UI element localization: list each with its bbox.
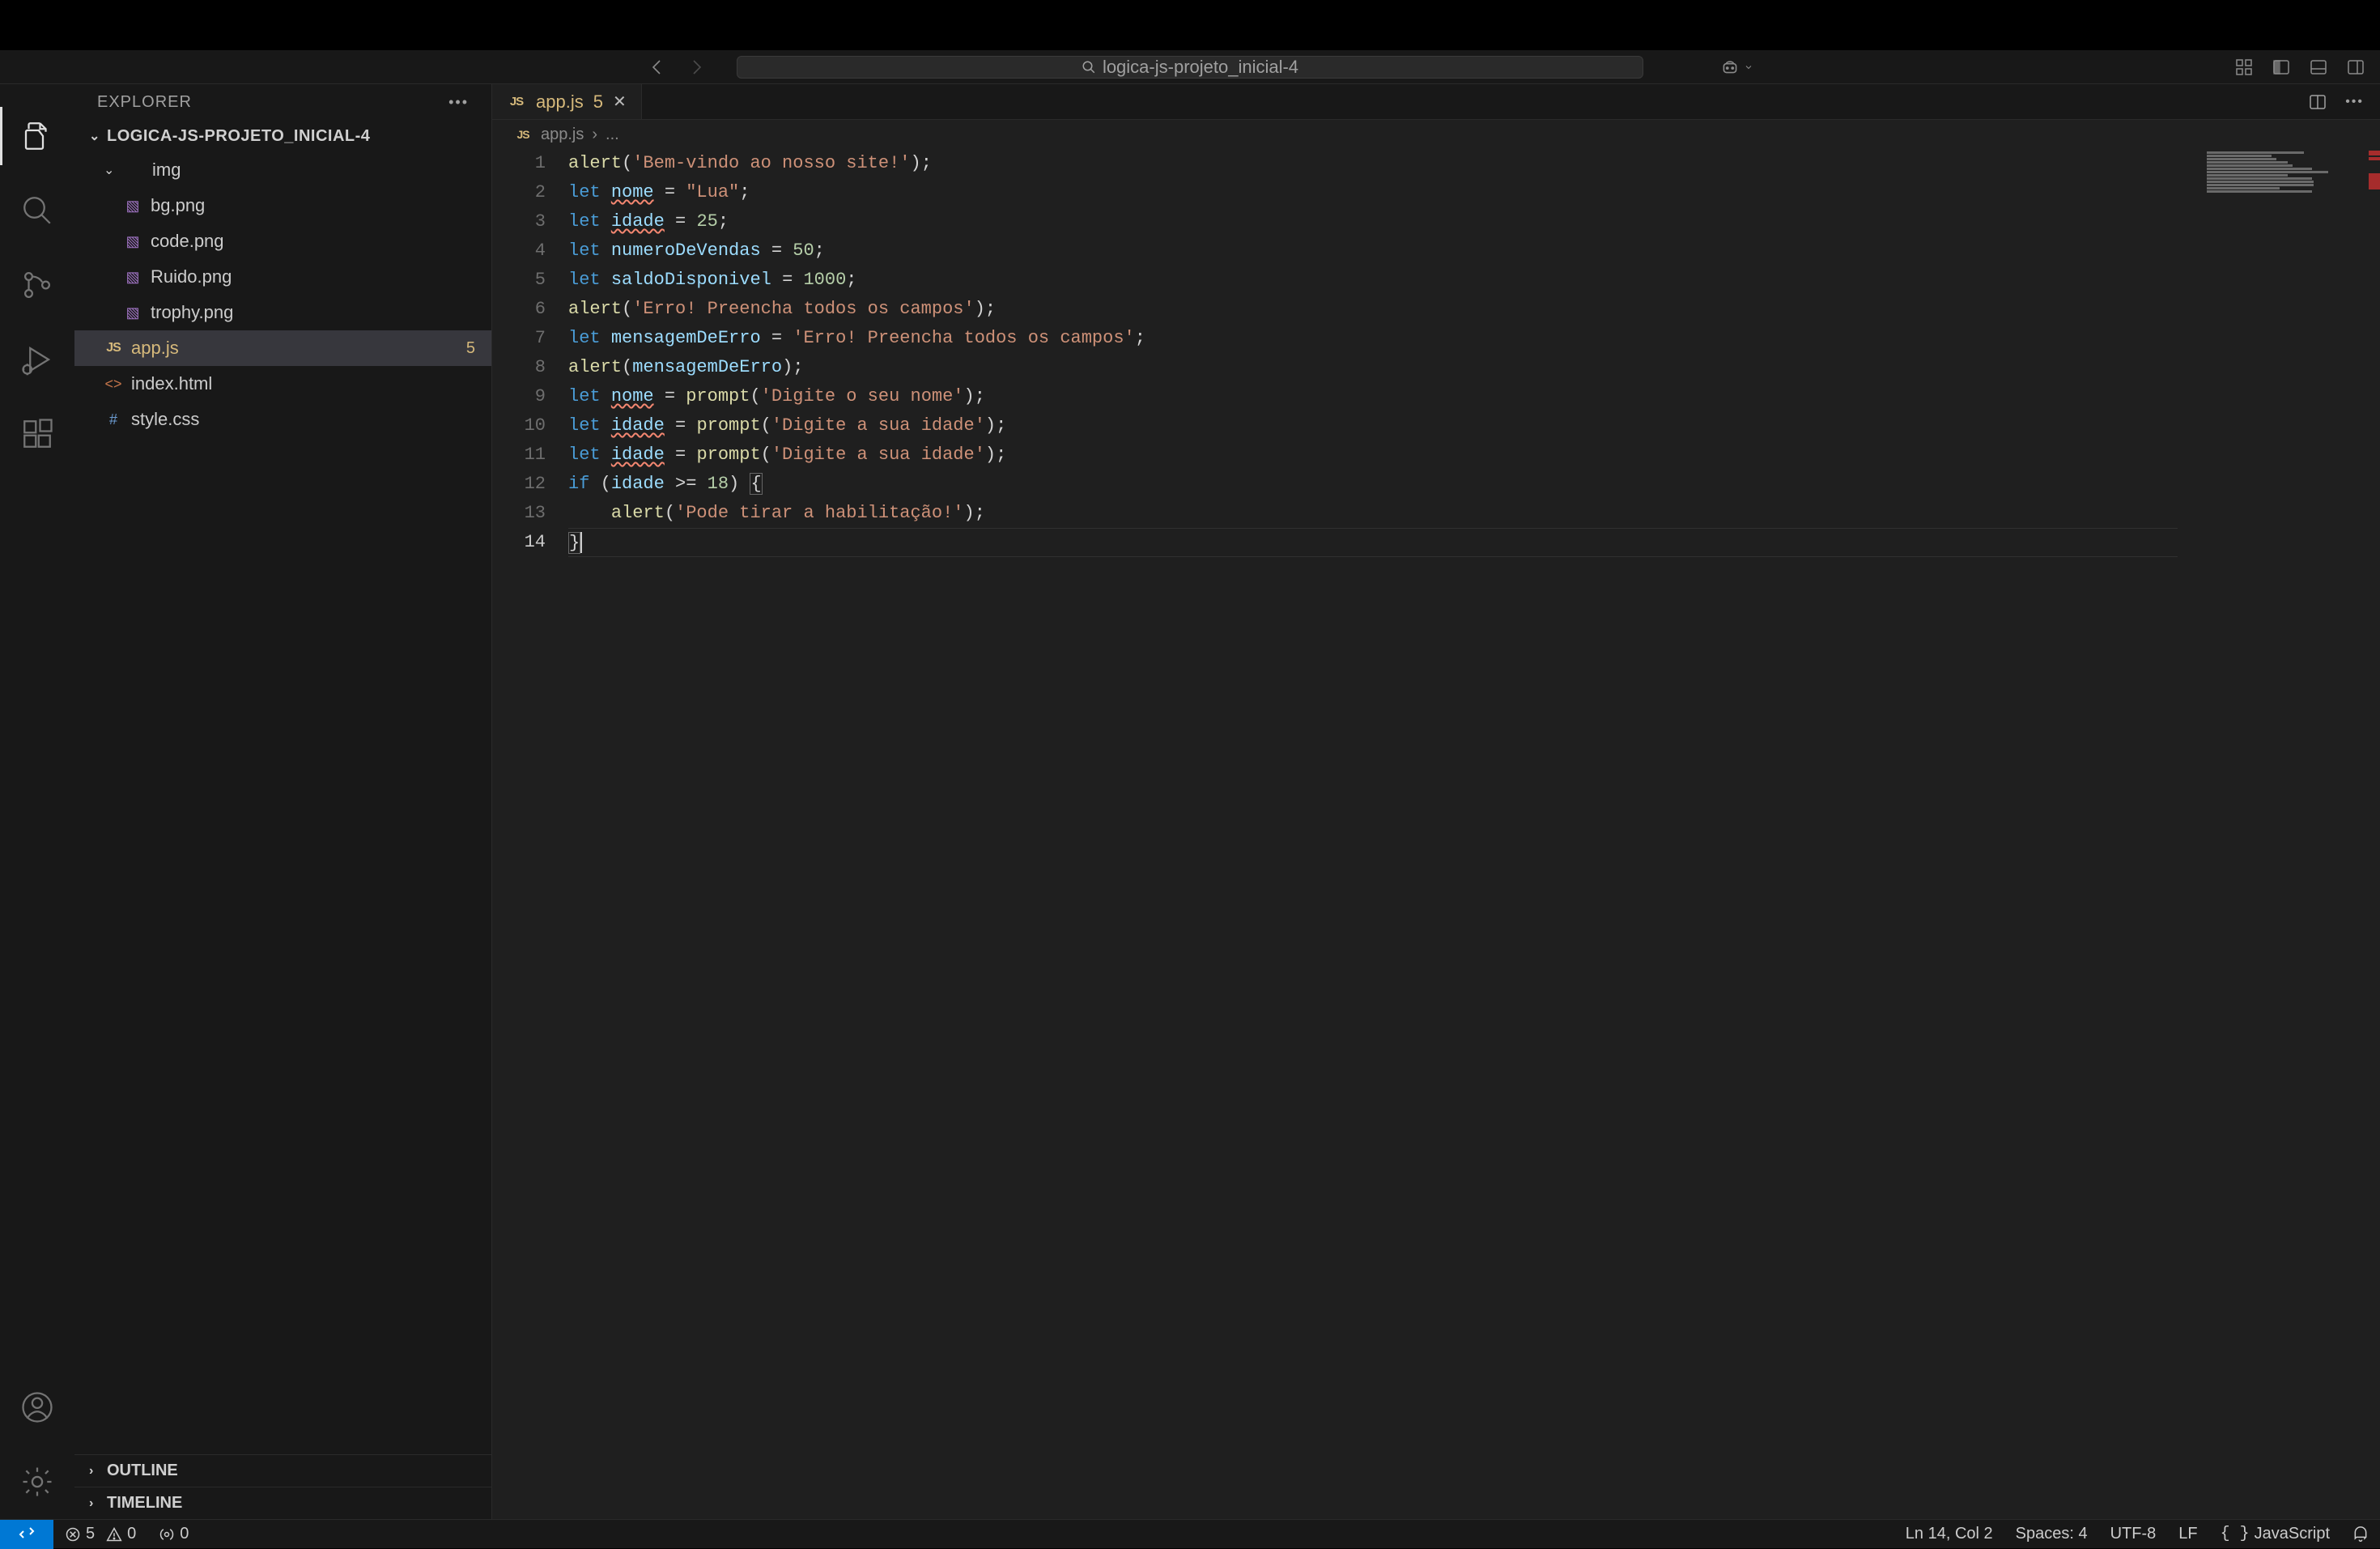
- notifications-icon[interactable]: [2341, 1526, 2380, 1543]
- tree-label: index.html: [131, 373, 212, 394]
- status-bar: 5 0 0 Ln 14, Col 2 Spaces: 4 UTF-8 LF { …: [0, 1519, 2380, 1548]
- code-lines[interactable]: alert('Bem-vindo ao nosso site!');let no…: [568, 149, 2380, 1519]
- source-control-icon[interactable]: [0, 248, 74, 322]
- nav-back-icon[interactable]: [648, 57, 667, 77]
- sidebar-title: EXPLORER: [97, 93, 192, 112]
- cursor-position[interactable]: Ln 14, Col 2: [1894, 1525, 2004, 1543]
- warning-count: 0: [127, 1525, 136, 1543]
- encoding-status[interactable]: UTF-8: [2099, 1525, 2168, 1543]
- settings-gear-icon[interactable]: [0, 1445, 74, 1519]
- toggle-panel-icon[interactable]: [2309, 57, 2328, 77]
- outline-section[interactable]: › OUTLINE: [74, 1454, 491, 1487]
- toggle-primary-sidebar-icon[interactable]: [2272, 57, 2291, 77]
- chevron-down-icon: ⌄: [89, 128, 102, 144]
- eol-status[interactable]: LF: [2167, 1525, 2208, 1543]
- tree-label: code.png: [151, 231, 224, 252]
- sidebar-more-icon[interactable]: •••: [448, 94, 469, 111]
- tree-file[interactable]: ▧ code.png: [74, 223, 491, 259]
- more-actions-icon[interactable]: •••: [2345, 95, 2364, 109]
- tree-file-indexhtml[interactable]: <> index.html: [74, 366, 491, 402]
- editor-group: JS app.js 5 ✕ ••• JS app.js › ...: [492, 84, 2380, 1519]
- html-file-icon: <>: [104, 376, 123, 393]
- image-file-icon: ▧: [123, 304, 142, 321]
- chevron-right-icon: ›: [89, 1496, 102, 1511]
- editor-tabs: JS app.js 5 ✕ •••: [492, 84, 2380, 120]
- sidebar-header: EXPLORER •••: [74, 84, 491, 120]
- tree-file-appjs[interactable]: JS app.js 5: [74, 330, 491, 366]
- timeline-section[interactable]: › TIMELINE: [74, 1487, 491, 1519]
- tree-file[interactable]: ▧ Ruido.png: [74, 259, 491, 295]
- titlebar: logica-js-projeto_inicial-4: [0, 50, 2380, 84]
- tab-appjs[interactable]: JS app.js 5 ✕: [492, 84, 642, 119]
- sidebar: EXPLORER ••• ⌄ LOGICA-JS-PROJETO_INICIAL…: [74, 84, 492, 1519]
- folder-root-label: LOGICA-JS-PROJETO_INICIAL-4: [107, 127, 370, 146]
- minimap[interactable]: [2202, 149, 2380, 198]
- explorer-icon[interactable]: [0, 99, 74, 173]
- css-file-icon: #: [104, 411, 123, 428]
- image-file-icon: ▧: [123, 269, 142, 286]
- outline-label: OUTLINE: [107, 1462, 178, 1480]
- breadcrumb-separator: ›: [592, 126, 597, 144]
- code-editor[interactable]: 1234567891011121314: [492, 149, 2380, 1519]
- image-file-icon: ▧: [123, 198, 142, 215]
- tree-label: Ruido.png: [151, 266, 232, 287]
- accounts-icon[interactable]: [0, 1370, 74, 1445]
- problems-status[interactable]: 5 0: [53, 1525, 147, 1543]
- breadcrumb-file: app.js: [541, 126, 584, 144]
- image-file-icon: ▧: [123, 233, 142, 250]
- tree-label: img: [152, 160, 181, 181]
- tree-label: trophy.png: [151, 302, 233, 323]
- activity-bar: [0, 84, 74, 1519]
- indentation-status[interactable]: Spaces: 4: [2004, 1525, 2099, 1543]
- remote-indicator[interactable]: [0, 1520, 53, 1549]
- breadcrumbs[interactable]: JS app.js › ...: [492, 120, 2380, 149]
- tree-file-stylecss[interactable]: # style.css: [74, 402, 491, 437]
- nav-forward-icon[interactable]: [686, 57, 706, 77]
- tab-error-count: 5: [593, 91, 603, 113]
- file-tree: ⌄ img ▧ bg.png ▧ code.png ▧ Ruido.png: [74, 152, 491, 437]
- js-file-icon: JS: [507, 95, 526, 109]
- close-tab-icon[interactable]: ✕: [613, 91, 627, 112]
- tree-label: style.css: [131, 409, 199, 430]
- command-center[interactable]: logica-js-projeto_inicial-4: [737, 56, 1643, 79]
- chevron-right-icon: ›: [89, 1464, 102, 1479]
- tree-label: bg.png: [151, 195, 205, 216]
- tree-file[interactable]: ▧ bg.png: [74, 188, 491, 223]
- search-icon[interactable]: [0, 173, 74, 248]
- tab-label: app.js: [536, 91, 584, 113]
- split-editor-icon[interactable]: [2308, 92, 2327, 112]
- language-mode[interactable]: { } JavaScript: [2209, 1525, 2341, 1543]
- js-file-icon: JS: [513, 128, 533, 141]
- ports-status[interactable]: 0: [147, 1525, 200, 1543]
- command-center-label: logica-js-projeto_inicial-4: [1103, 57, 1298, 78]
- error-count: 5: [86, 1525, 95, 1543]
- folder-root[interactable]: ⌄ LOGICA-JS-PROJETO_INICIAL-4: [74, 120, 491, 152]
- chevron-down-icon: ⌄: [104, 162, 117, 178]
- copilot-icon[interactable]: [1719, 57, 1753, 78]
- extensions-icon[interactable]: [0, 397, 74, 471]
- problems-badge: 5: [466, 339, 475, 358]
- tree-label: app.js: [131, 338, 179, 359]
- toggle-secondary-sidebar-icon[interactable]: [2346, 57, 2365, 77]
- ports-count: 0: [180, 1525, 189, 1543]
- tree-folder-img[interactable]: ⌄ img: [74, 152, 491, 188]
- breadcrumb-more: ...: [606, 126, 619, 144]
- js-file-icon: JS: [104, 341, 123, 355]
- tree-file[interactable]: ▧ trophy.png: [74, 295, 491, 330]
- layout-customize-icon[interactable]: [2234, 57, 2254, 77]
- run-debug-icon[interactable]: [0, 322, 74, 397]
- line-gutter: 1234567891011121314: [492, 149, 568, 1519]
- timeline-label: TIMELINE: [107, 1494, 182, 1513]
